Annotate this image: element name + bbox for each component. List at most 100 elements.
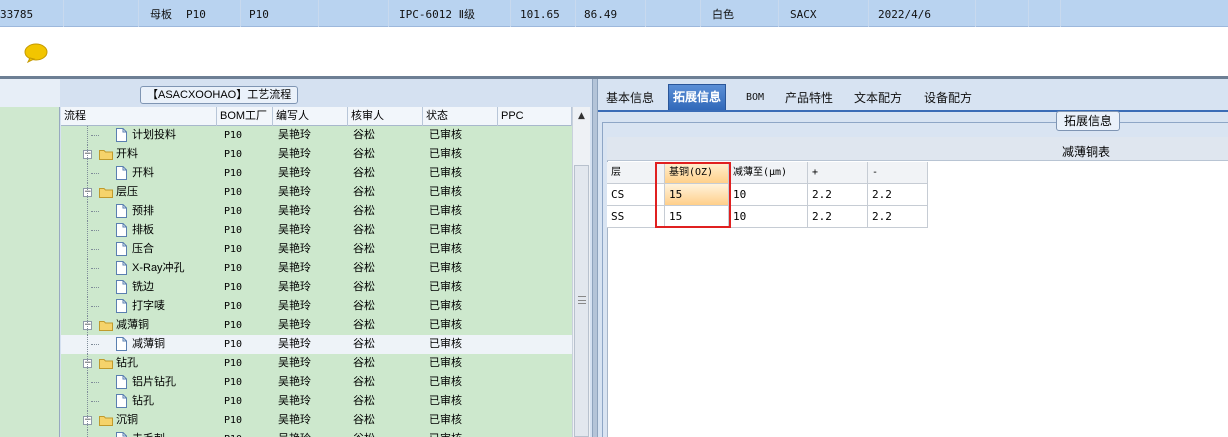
- record-cell: 母板: [150, 8, 172, 21]
- status-cell: 已审核: [429, 395, 462, 407]
- tab-equipment-recipe[interactable]: 设备配方: [920, 86, 976, 111]
- process-name: 减薄铜: [132, 338, 165, 350]
- tree-row[interactable]: 去毛刺 P10 吴艳玲 谷松 已审核: [61, 430, 572, 437]
- reviewer-cell: 谷松: [353, 414, 375, 426]
- tree-row[interactable]: − 钻孔 P10 吴艳玲 谷松 已审核: [61, 354, 572, 373]
- record-cell: 101.65: [520, 8, 560, 21]
- tree-row[interactable]: 排板 P10 吴艳玲 谷松 已审核: [61, 221, 572, 240]
- bom-factory-cell: P10: [224, 358, 243, 369]
- folder-icon: [99, 416, 113, 426]
- column-header-reviewer[interactable]: 核审人: [348, 107, 423, 126]
- tab-text-recipe[interactable]: 文本配方: [850, 86, 906, 111]
- tree-row[interactable]: X-Ray冲孔 P10 吴艳玲 谷松 已审核: [61, 259, 572, 278]
- writer-cell: 吴艳玲: [278, 319, 311, 331]
- writer-cell: 吴艳玲: [278, 148, 311, 160]
- record-cell: 86.49: [584, 8, 618, 21]
- tab-bom[interactable]: BOM: [742, 86, 768, 111]
- left-mini-header: [0, 79, 60, 107]
- column-header-ppc[interactable]: PPC: [498, 107, 572, 126]
- tree-header: 流程 BOM工厂 编写人 核审人 状态 PPC: [61, 107, 572, 126]
- tree-row[interactable]: 压合 P10 吴艳玲 谷松 已审核: [61, 240, 572, 259]
- reviewer-cell: 谷松: [353, 395, 375, 407]
- tab-extended-info[interactable]: 拓展信息: [668, 84, 727, 111]
- tree-row[interactable]: 铝片钻孔 P10 吴艳玲 谷松 已审核: [61, 373, 572, 392]
- tree-row[interactable]: 开料 P10 吴艳玲 谷松 已审核: [61, 164, 572, 183]
- cell-minus[interactable]: 2.2: [868, 206, 928, 228]
- reviewer-cell: 谷松: [353, 224, 375, 236]
- writer-cell: 吴艳玲: [278, 300, 311, 312]
- cell-thin-to[interactable]: 10: [729, 206, 808, 228]
- scrollbar-thumb[interactable]: [574, 165, 589, 437]
- document-icon: [116, 128, 127, 142]
- col-header-minus[interactable]: -: [868, 162, 928, 184]
- cell-minus[interactable]: 2.2: [868, 184, 928, 206]
- col-header-thin-to[interactable]: 减薄至(μm): [729, 162, 808, 184]
- tree-row[interactable]: − 沉铜 P10 吴艳玲 谷松 已审核: [61, 411, 572, 430]
- document-icon: [116, 166, 127, 180]
- bom-factory-cell: P10: [224, 430, 242, 437]
- record-cell: P10: [186, 8, 206, 21]
- cell-plus[interactable]: 2.2: [808, 184, 868, 206]
- tree-row[interactable]: − 开料 P10 吴艳玲 谷松 已审核: [61, 145, 572, 164]
- column-header-writer[interactable]: 编写人: [273, 107, 348, 126]
- reviewer-cell: 谷松: [353, 148, 375, 160]
- document-icon: [116, 337, 127, 351]
- record-cell: 白色: [712, 8, 734, 21]
- selected-record-row[interactable]: 33785 母板 P10 P10 IPC-6012 Ⅱ级 101.65 86.4…: [0, 0, 1228, 27]
- document-icon: [116, 299, 127, 313]
- document-icon: [116, 223, 127, 237]
- process-name: 减薄铜: [116, 319, 149, 331]
- column-header-process[interactable]: 流程: [61, 107, 217, 126]
- bom-factory-cell: P10: [224, 320, 243, 331]
- reviewer-cell: 谷松: [353, 186, 375, 198]
- cell-plus[interactable]: 2.2: [808, 206, 868, 228]
- tree-row[interactable]: 计划投料 P10 吴艳玲 谷松 已审核: [61, 126, 572, 145]
- status-cell: 已审核: [429, 167, 462, 179]
- document-icon: [116, 242, 127, 256]
- status-cell: 已审核: [429, 414, 462, 426]
- tree-row[interactable]: − 层压 P10 吴艳玲 谷松 已审核: [61, 183, 572, 202]
- writer-cell: 吴艳玲: [278, 357, 311, 369]
- process-name: 层压: [116, 186, 138, 198]
- tree-row[interactable]: 打字唛 P10 吴艳玲 谷松 已审核: [61, 297, 572, 316]
- tree-row[interactable]: 预排 P10 吴艳玲 谷松 已审核: [61, 202, 572, 221]
- bom-factory-cell: P10: [224, 225, 243, 236]
- column-header-bom-factory[interactable]: BOM工厂: [217, 107, 273, 126]
- process-name: 去毛刺: [132, 430, 165, 437]
- bom-factory-cell: P10: [224, 377, 243, 388]
- tab-underline: [598, 110, 1228, 112]
- process-name: 钻孔: [116, 357, 138, 369]
- status-cell: 已审核: [429, 300, 462, 312]
- tab-basic-info[interactable]: 基本信息: [602, 86, 658, 111]
- cell-thin-to[interactable]: 10: [729, 184, 808, 206]
- col-header-plus[interactable]: +: [808, 162, 868, 184]
- tree-row[interactable]: 铣边 P10 吴艳玲 谷松 已审核: [61, 278, 572, 297]
- bom-factory-cell: P10: [224, 396, 243, 407]
- process-name: 沉铜: [116, 414, 138, 426]
- tree-row[interactable]: − 减薄铜 P10 吴艳玲 谷松 已审核: [61, 316, 572, 335]
- column-header-status[interactable]: 状态: [423, 107, 498, 126]
- reviewer-cell: 谷松: [353, 167, 375, 179]
- document-icon: [116, 432, 127, 437]
- tree-row[interactable]: 减薄铜 P10 吴艳玲 谷松 已审核: [61, 335, 572, 354]
- writer-cell: 吴艳玲: [278, 129, 311, 141]
- document-icon: [116, 280, 127, 294]
- reviewer-cell: 谷松: [353, 376, 375, 388]
- group-caption: 拓展信息: [1056, 111, 1121, 131]
- writer-cell: 吴艳玲: [278, 186, 311, 198]
- writer-cell: 吴艳玲: [278, 281, 311, 293]
- reviewer-cell: 谷松: [353, 262, 375, 274]
- bom-factory-cell: P10: [224, 149, 243, 160]
- bom-factory-cell: P10: [224, 130, 243, 141]
- tree-scrollbar[interactable]: ▲: [572, 107, 590, 437]
- scroll-up-arrow-icon[interactable]: ▲: [573, 107, 590, 125]
- writer-cell: 吴艳玲: [278, 262, 311, 274]
- chat-bubble-icon[interactable]: [24, 43, 48, 63]
- bom-factory-cell: P10: [224, 244, 243, 255]
- document-icon: [116, 394, 127, 408]
- document-icon: [116, 204, 127, 218]
- tab-product-features[interactable]: 产品特性: [781, 86, 837, 111]
- bom-factory-cell: P10: [224, 187, 243, 198]
- bom-factory-cell: P10: [224, 168, 243, 179]
- tree-row[interactable]: 钻孔 P10 吴艳玲 谷松 已审核: [61, 392, 572, 411]
